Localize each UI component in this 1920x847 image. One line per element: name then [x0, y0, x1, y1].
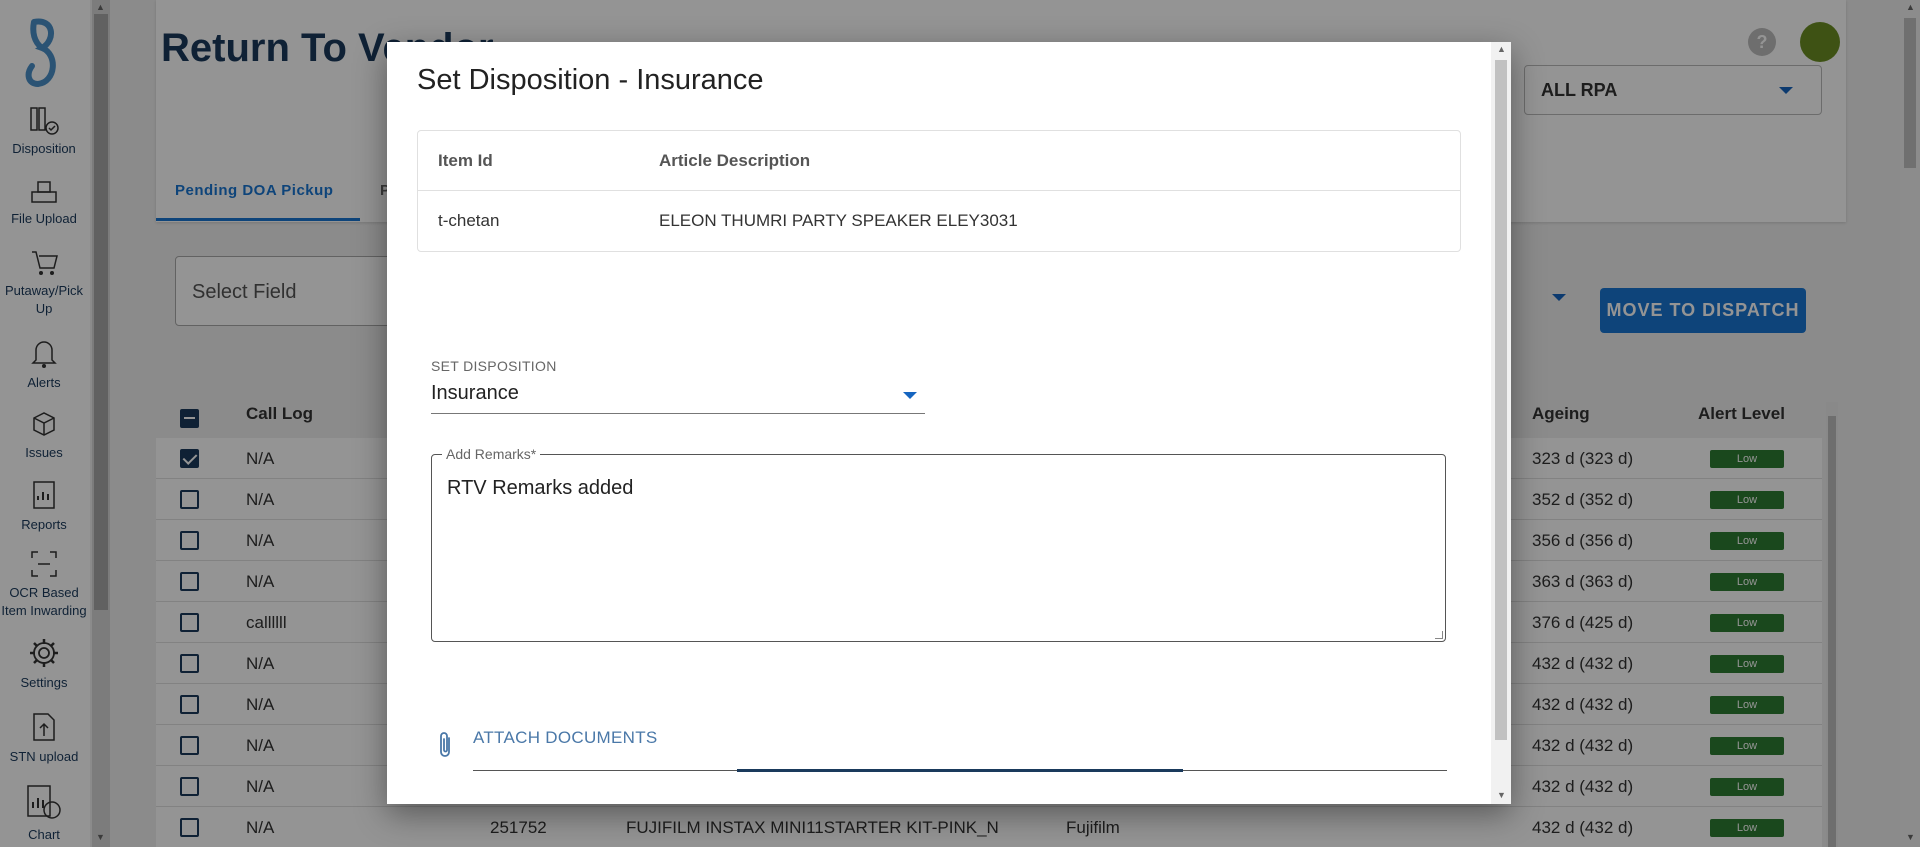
set-disposition-label: SET DISPOSITION: [431, 358, 557, 374]
dialog-title: Set Disposition - Insurance: [417, 64, 764, 96]
scroll-down-arrow-icon[interactable]: ▼: [1497, 790, 1506, 800]
remarks-textarea[interactable]: Add Remarks* RTV Remarks added: [431, 446, 1446, 642]
item-table-header: [418, 131, 1460, 191]
attach-progress-line: [737, 769, 1183, 772]
resize-handle-icon[interactable]: [1435, 631, 1443, 639]
article-description-cell: ELEON THUMRI PARTY SPEAKER ELEY3031: [659, 211, 1018, 230]
remarks-value: RTV Remarks added: [447, 477, 634, 499]
scroll-up-arrow-icon[interactable]: ▲: [1497, 44, 1506, 54]
dialog-scrollbar[interactable]: ▲ ▼: [1491, 42, 1511, 804]
set-disposition-value: Insurance: [431, 382, 519, 404]
set-disposition-dialog: Set Disposition - Insurance Item Id Arti…: [387, 42, 1511, 804]
column-header-article-description: Article Description: [659, 151, 811, 170]
remarks-label: Add Remarks*: [442, 446, 541, 462]
chevron-down-icon: [903, 392, 917, 399]
scrollbar-thumb[interactable]: [1495, 60, 1507, 740]
item-id-cell: t-chetan: [438, 211, 500, 230]
paperclip-icon[interactable]: [435, 730, 455, 760]
column-header-item-id: Item Id: [438, 151, 493, 170]
item-table: Item Id Article Description t-chetan ELE…: [417, 130, 1461, 252]
attach-documents-button[interactable]: ATTACH DOCUMENTS: [473, 728, 658, 748]
set-disposition-select[interactable]: Insurance: [431, 382, 925, 414]
